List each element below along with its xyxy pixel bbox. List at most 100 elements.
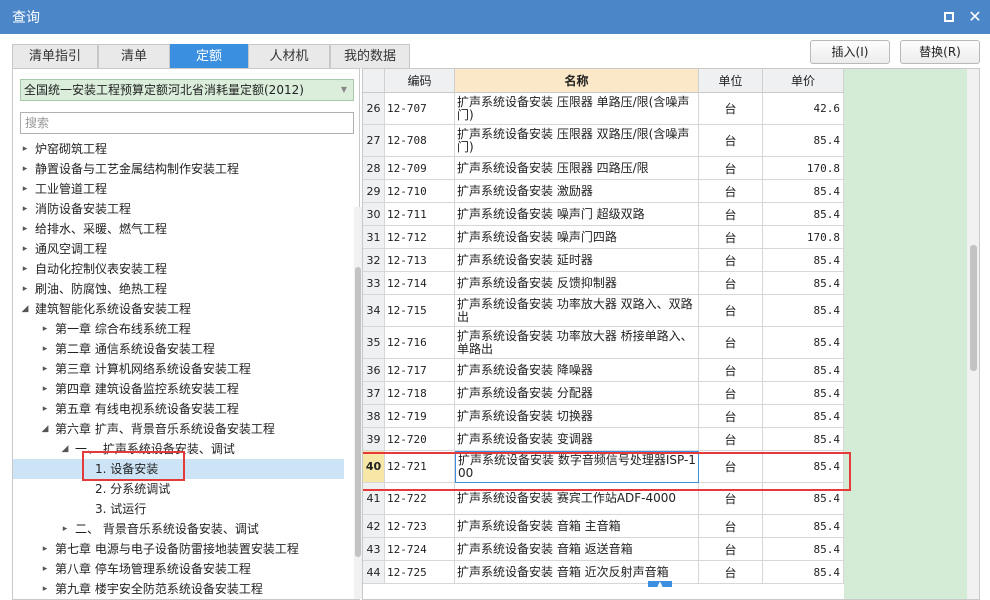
tree-item[interactable]: ▸ 给排水、采暖、燃气工程 (13, 219, 344, 239)
tab-guide[interactable]: 清单指引 (12, 44, 98, 69)
tree-item-label: 第二章 通信系统设备安装工程 (55, 342, 215, 356)
chevron-right-icon[interactable]: ▸ (19, 139, 31, 159)
quota-code: 12-713 (385, 249, 455, 272)
chevron-right-icon[interactable]: ▸ (39, 339, 51, 359)
quota-code: 12-723 (385, 515, 455, 538)
chevron-right-icon[interactable]: ▸ (39, 319, 51, 339)
chevron-right-icon[interactable]: ▸ (39, 579, 51, 599)
table-scrollbar-thumb[interactable] (970, 245, 977, 371)
tree-item-label: 第六章 扩声、背景音乐系统设备安装工程 (55, 422, 275, 436)
search-input[interactable]: 搜索 (20, 112, 354, 134)
table-row[interactable]: 37 12-718 扩声系统设备安装 分配器台 85.4 (363, 382, 844, 405)
table-row[interactable]: 31 12-712 扩声系统设备安装 噪声门四路台 170.8 (363, 226, 844, 249)
header-unit[interactable]: 单位 (699, 69, 763, 93)
quota-unit: 台 (699, 125, 763, 157)
table-row[interactable]: 36 12-717 扩声系统设备安装 降噪器台 85.4 (363, 359, 844, 382)
tree-item[interactable]: ▸ 第三章 计算机网络系统设备安装工程 (13, 359, 344, 379)
tree-item[interactable]: ▸ 第八章 停车场管理系统设备安装工程 (13, 559, 344, 579)
table-row[interactable]: 29 12-710 扩声系统设备安装 激励器台 85.4 (363, 180, 844, 203)
quota-code: 12-725 (385, 561, 455, 584)
tree-item[interactable]: ▸ 炉窑砌筑工程 (13, 139, 344, 159)
tree-item[interactable]: ◢ 第六章 扩声、背景音乐系统设备安装工程 (13, 419, 344, 439)
table-row[interactable]: 30 12-711 扩声系统设备安装 噪声门 超级双路台 85.4 (363, 203, 844, 226)
quota-price: 85.4 (763, 405, 844, 428)
header-price[interactable]: 单价 (763, 69, 844, 93)
table-row[interactable]: 35 12-716 扩声系统设备安装 功率放大器 桥接单路入、单路出台 85.4 (363, 327, 844, 359)
tab-quota[interactable]: 定额 (170, 44, 248, 69)
table-row[interactable]: 43 12-724 扩声系统设备安装 音箱 返送音箱台 85.4 (363, 538, 844, 561)
chevron-down-icon[interactable]: ◢ (39, 419, 51, 439)
table-row[interactable]: 27 12-708 扩声系统设备安装 压限器 双路压/限(含噪声门) 台 85.4 (363, 125, 844, 157)
tree-scrollbar-thumb[interactable] (355, 267, 361, 557)
chevron-right-icon[interactable]: ▸ (19, 279, 31, 299)
tree-item[interactable]: ▸ 第七章 电源与电子设备防雷接地装置安装工程 (13, 539, 344, 559)
tree-item[interactable]: ▸ 静置设备与工艺金属结构制作安装工程 (13, 159, 344, 179)
tab-my-data[interactable]: 我的数据 (330, 44, 410, 69)
tree-item[interactable]: ▸ 消防设备安装工程 (13, 199, 344, 219)
chevron-right-icon[interactable]: ▸ (19, 239, 31, 259)
tree-item-label: 刷油、防腐蚀、绝热工程 (35, 282, 168, 296)
row-number: 43 (363, 538, 385, 561)
table-row[interactable]: 39 12-720 扩声系统设备安装 变调器台 85.4 (363, 428, 844, 451)
tree-item[interactable]: 3. 试运行 (13, 499, 344, 519)
table-row[interactable]: 32 12-713 扩声系统设备安装 延时器台 85.4 (363, 249, 844, 272)
tree-item-label: 给排水、采暖、燃气工程 (35, 222, 168, 236)
table-row[interactable]: 33 12-714 扩声系统设备安装 反馈抑制器台 85.4 (363, 272, 844, 295)
quota-library-value: 全国统一安装工程预算定额河北省消耗量定额(2012) (24, 83, 304, 97)
chevron-right-icon[interactable]: ▸ (19, 259, 31, 279)
tree-item[interactable]: 2. 分系统调试 (13, 479, 344, 499)
chevron-right-icon[interactable]: ▸ (19, 199, 31, 219)
collapse-handle[interactable]: ▲ (648, 581, 672, 588)
tab-bill[interactable]: 清单 (98, 44, 170, 69)
chevron-right-icon[interactable]: ▸ (19, 159, 31, 179)
tree-scrollbar[interactable] (354, 207, 362, 599)
chevron-right-icon[interactable]: ▸ (19, 219, 31, 239)
header-code[interactable]: 编码 (385, 69, 455, 93)
chevron-right-icon[interactable]: ▸ (19, 179, 31, 199)
row-number: 38 (363, 405, 385, 428)
tab-materials[interactable]: 人材机 (248, 44, 330, 69)
tree-item[interactable]: ▸ 自动化控制仪表安装工程 (13, 259, 344, 279)
chevron-down-icon[interactable]: ◢ (59, 439, 71, 459)
tree-item[interactable]: ▸ 刷油、防腐蚀、绝热工程 (13, 279, 344, 299)
tree-item-label: 第八章 停车场管理系统设备安装工程 (55, 562, 251, 576)
chevron-right-icon[interactable]: ▸ (39, 379, 51, 399)
tree-item[interactable]: ▸ 第五章 有线电视系统设备安装工程 (13, 399, 344, 419)
maximize-icon[interactable] (940, 8, 958, 26)
chevron-right-icon[interactable]: ▸ (39, 399, 51, 419)
tree-item-label: 2. 分系统调试 (95, 482, 171, 496)
quota-unit: 台 (699, 538, 763, 561)
tree-item[interactable]: ▸ 第九章 楼宇安全防范系统设备安装工程 (13, 579, 344, 599)
tree-item[interactable]: ▸ 第四章 建筑设备监控系统安装工程 (13, 379, 344, 399)
table-row[interactable]: 42 12-723 扩声系统设备安装 音箱 主音箱台 85.4 (363, 515, 844, 538)
table-row[interactable]: 38 12-719 扩声系统设备安装 切换器台 85.4 (363, 405, 844, 428)
chevron-down-icon[interactable]: ◢ (19, 299, 31, 319)
tree-item[interactable]: ▸ 通风空调工程 (13, 239, 344, 259)
chevron-right-icon[interactable]: ▸ (39, 359, 51, 379)
table-row[interactable]: 26 12-707 扩声系统设备安装 压限器 单路压/限(含噪声门) 台 42.6 (363, 93, 844, 125)
quota-code: 12-714 (385, 272, 455, 295)
quota-library-select[interactable]: 全国统一安装工程预算定额河北省消耗量定额(2012) ▼ (20, 79, 354, 101)
quota-unit: 台 (699, 272, 763, 295)
table-row[interactable]: 34 12-715 扩声系统设备安装 功率放大器 双路入、双路出台 85.4 (363, 295, 844, 327)
replace-button[interactable]: 替换(R) (900, 40, 980, 64)
tree-item[interactable]: ◢ 建筑智能化系统设备安装工程 (13, 299, 344, 319)
row-number: 30 (363, 203, 385, 226)
table-row[interactable]: 28 12-709 扩声系统设备安装 压限器 四路压/限台 170.8 (363, 157, 844, 180)
chevron-right-icon[interactable]: ▸ (39, 559, 51, 579)
row-number: 33 (363, 272, 385, 295)
table-row[interactable]: 44 12-725 扩声系统设备安装 音箱 近次反射声音箱台 85.4 (363, 561, 844, 584)
tree-item[interactable]: ▸ 工业管道工程 (13, 179, 344, 199)
insert-button[interactable]: 插入(I) (810, 40, 890, 64)
table-scrollbar[interactable] (967, 69, 979, 599)
row-number: 34 (363, 295, 385, 327)
close-icon[interactable]: ✕ (966, 8, 984, 26)
quota-name: 扩声系统设备安装 分配器 (455, 382, 699, 405)
chevron-right-icon[interactable]: ▸ (39, 539, 51, 559)
header-name[interactable]: 名称 (455, 69, 699, 93)
tree-item[interactable]: ▸ 第一章 综合布线系统工程 (13, 319, 344, 339)
quota-name: 扩声系统设备安装 功率放大器 桥接单路入、单路出 (455, 327, 699, 359)
tree-item[interactable]: ▸ 第二章 通信系统设备安装工程 (13, 339, 344, 359)
tree-item[interactable]: ▸ 二、 背景音乐系统设备安装、调试 (13, 519, 344, 539)
chevron-right-icon[interactable]: ▸ (59, 519, 71, 539)
